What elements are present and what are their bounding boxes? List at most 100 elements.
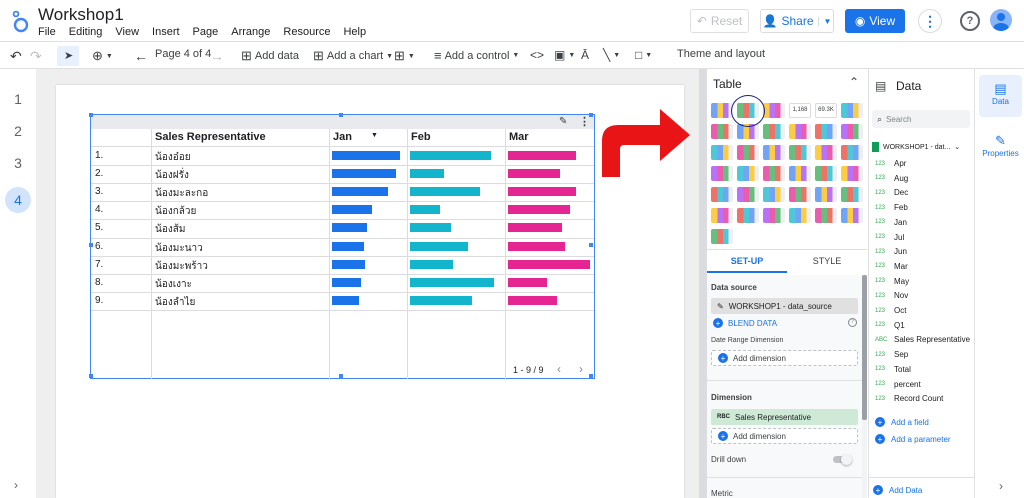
resize-handle[interactable] [339, 113, 343, 117]
menu-resource[interactable]: Resource [283, 26, 330, 38]
data-field-total[interactable]: 123 Total [875, 365, 911, 374]
menu-view[interactable]: View [115, 26, 139, 38]
column-header-jan[interactable]: Jan [333, 131, 352, 143]
data-field-may[interactable]: 123 May [875, 277, 909, 286]
page-thumb-4[interactable]: 4 [5, 187, 31, 213]
pivot-table-icon[interactable] [841, 187, 863, 202]
menu-help[interactable]: Help [343, 26, 366, 38]
redo-icon[interactable]: ↷ [30, 48, 42, 65]
data-field-percent[interactable]: 123 percent [875, 380, 921, 389]
geo-map-alt-icon[interactable] [841, 145, 863, 160]
menu-file[interactable]: File [38, 26, 56, 38]
scorecard-compact-icon[interactable]: 69.3K [815, 103, 837, 118]
search-box[interactable]: ⌕ Search [872, 110, 970, 128]
menu-page[interactable]: Page [193, 26, 219, 38]
resize-handle[interactable] [339, 374, 343, 378]
data-field-aug[interactable]: 123 Aug [875, 174, 908, 183]
stacked-area-icon[interactable] [737, 187, 759, 202]
menu-editing[interactable]: Editing [69, 26, 103, 38]
tab-setup[interactable]: SET-UP [707, 253, 787, 273]
pie-chart-icon[interactable] [763, 145, 785, 160]
share-button[interactable]: 👤 Share ▼ [760, 9, 834, 33]
column-chart-icon[interactable] [763, 124, 785, 139]
geo-map-icon[interactable] [815, 145, 837, 160]
chart-type-icon[interactable] [711, 229, 733, 244]
drill-down-toggle[interactable] [833, 454, 852, 465]
scorecard-icon[interactable]: 1,168 [789, 103, 811, 118]
expand-right-icon[interactable]: › [999, 479, 1003, 493]
data-field-jan[interactable]: 123 Jan [875, 218, 907, 227]
add-field-button[interactable]: + Add a field [875, 417, 929, 427]
map-icon[interactable] [711, 166, 733, 181]
text-icon[interactable]: Ā [581, 48, 589, 62]
data-field-q1[interactable]: 123 Q1 [875, 321, 905, 330]
page-thumb-1[interactable]: 1 [0, 91, 36, 107]
dimension-field[interactable]: RBC Sales Representative [711, 409, 858, 425]
add-parameter-button[interactable]: + Add a parameter [875, 434, 951, 444]
looker-studio-logo[interactable] [10, 9, 30, 33]
avatar[interactable] [990, 9, 1012, 31]
resize-handle[interactable] [89, 113, 93, 117]
combo-chart-icon[interactable] [789, 166, 811, 181]
gauge-alt-icon[interactable] [841, 208, 863, 223]
add-data-button[interactable]: ⊞ Add data [241, 48, 299, 64]
area-100-icon[interactable] [763, 187, 785, 202]
smoothed-line-icon[interactable] [841, 166, 863, 181]
sort-desc-icon[interactable]: ▼ [371, 132, 378, 139]
blend-data-button[interactable]: + BLEND DATA [713, 318, 777, 328]
scatter-chart-icon[interactable] [789, 187, 811, 202]
stacked-bar-chart-icon[interactable] [737, 145, 759, 160]
report-title[interactable]: Workshop1 [38, 5, 124, 25]
data-source-selector[interactable]: WORKSHOP1 - dat... ⌄ [872, 139, 972, 155]
gauge-icon[interactable] [815, 208, 837, 223]
more-options-icon[interactable]: ⋮ [918, 9, 942, 33]
data-field-jul[interactable]: 123 Jul [875, 233, 904, 242]
area-chart-icon[interactable] [711, 187, 733, 202]
resize-handle[interactable] [89, 374, 93, 378]
panel-scrollbar[interactable] [862, 275, 867, 498]
community-viz-icon[interactable]: ⊞ ▼ [394, 48, 415, 64]
zoom-icon[interactable]: ⊕ ▼ [92, 48, 113, 64]
data-field-oct[interactable]: 123 Oct [875, 306, 906, 315]
donut-chart-icon[interactable] [789, 145, 811, 160]
sparkline-icon[interactable] [841, 103, 863, 118]
column-header-mar[interactable]: Mar [509, 131, 529, 143]
data-field-feb[interactable]: 123 Feb [875, 203, 908, 212]
embed-code-icon[interactable]: <> [530, 48, 544, 62]
menu-arrange[interactable]: Arrange [231, 26, 270, 38]
view-button[interactable]: ◉ View [845, 9, 905, 33]
add-date-dimension-field[interactable]: + Add dimension [711, 350, 858, 366]
column-alt-icon[interactable] [815, 166, 837, 181]
line-chart-icon[interactable] [763, 166, 785, 181]
pivot-heatmap-icon[interactable] [711, 208, 733, 223]
add-data-link[interactable]: + Add Data [873, 485, 922, 495]
chevron-down-icon[interactable]: ▼ [817, 16, 831, 26]
data-field-jun[interactable]: 123 Jun [875, 247, 907, 256]
bubble-chart-icon[interactable] [815, 187, 837, 202]
data-field-sales-representative[interactable]: ABC Sales Representative [875, 335, 970, 344]
bubble-map-icon[interactable] [737, 166, 759, 181]
data-field-sep[interactable]: 123 Sep [875, 350, 908, 359]
shape-icon[interactable]: □ ▼ [635, 48, 652, 62]
reset-button[interactable]: ↶ Reset [690, 9, 749, 33]
data-field-apr[interactable]: 123 Apr [875, 159, 906, 168]
bullet-chart-icon[interactable] [763, 208, 785, 223]
stacked-column-icon[interactable] [815, 124, 837, 139]
panel-divider[interactable] [699, 69, 707, 498]
prev-page-icon[interactable]: ‹ [557, 362, 561, 376]
resize-handle[interactable] [589, 113, 593, 117]
data-field-mar[interactable]: 123 Mar [875, 262, 908, 271]
add-control-button[interactable]: ≡ Add a control ▼ [434, 48, 519, 63]
table-chart[interactable]: ✎ ⋮ Sales Representative Jan Feb Mar ▼ 1. น้อง… [89, 113, 595, 379]
theme-and-layout-button[interactable]: Theme and layout [677, 48, 765, 60]
next-page-icon[interactable]: → [210, 48, 224, 64]
column-100-icon[interactable] [841, 124, 863, 139]
page-thumb-2[interactable]: 2 [0, 123, 36, 139]
undo-icon[interactable]: ↶ [10, 48, 22, 65]
grouped-column-icon[interactable] [789, 124, 811, 139]
menu-insert[interactable]: Insert [152, 26, 180, 38]
expand-pages-icon[interactable]: › [14, 478, 18, 492]
resize-handle[interactable] [89, 243, 93, 247]
data-source-field[interactable]: ✎ WORKSHOP1 - data_source [711, 298, 858, 314]
add-dimension-field[interactable]: + Add dimension [711, 428, 858, 444]
